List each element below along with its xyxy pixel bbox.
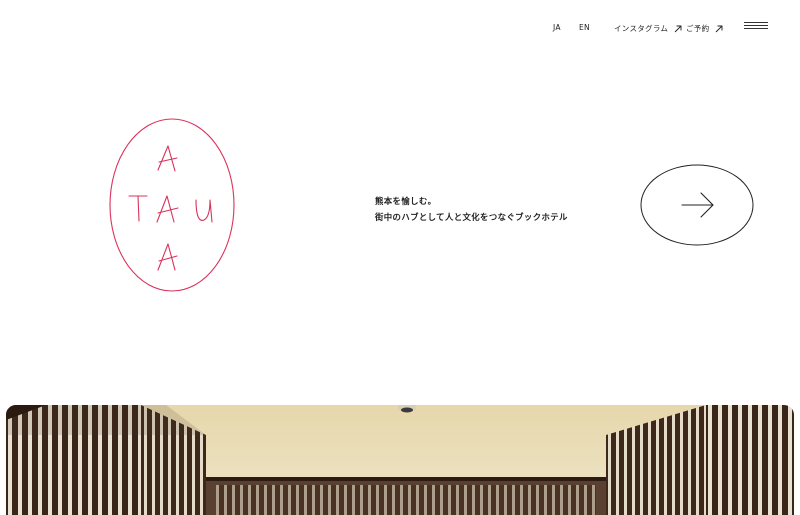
logo-letter-a-mid [156,195,179,223]
logo-letter-a-bottom [157,243,178,271]
next-arrow-button[interactable] [639,163,755,247]
logo-letter-a-top [157,145,178,172]
instagram-label: インスタグラム [614,24,669,33]
logo-letter-t [128,195,148,222]
lang-en-link[interactable]: EN [579,23,590,32]
hotel-interior-photo [6,405,794,515]
tagline-line-2: 街中のハブとして人と文化をつなぐブックホテル [375,212,568,222]
arrow-right-icon [681,192,714,218]
hamburger-menu-icon[interactable] [744,22,768,34]
lang-ja-label: JA [553,23,561,32]
reserve-label: ご予約 [686,24,710,33]
atauа-logo[interactable] [106,116,238,296]
lang-ja-link[interactable]: JA [553,23,561,32]
lang-en-label: EN [579,23,590,32]
logo-oval [109,118,235,292]
reserve-link[interactable]: ご予約 [686,23,723,34]
tagline: 熊本を愉しむ。 街中のハブとして人と文化をつなぐブックホテル [375,193,568,225]
instagram-link[interactable]: インスタグラム [614,23,682,34]
arrow-up-right-icon [674,25,682,32]
arrow-up-right-icon [716,25,723,32]
tagline-line-1: 熊本を愉しむ。 [375,196,437,206]
logo-letter-u [195,199,213,223]
top-nav: JA EN インスタグラム ご予約 [0,18,800,38]
hero-image [6,405,794,515]
